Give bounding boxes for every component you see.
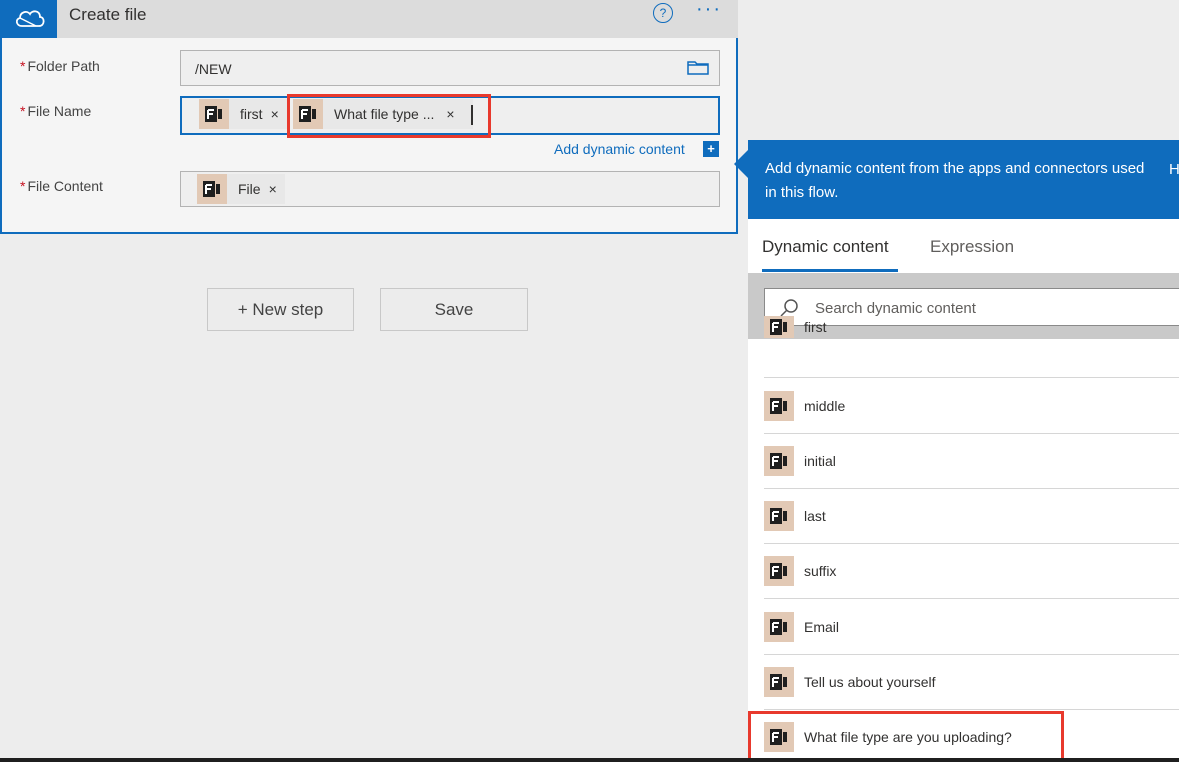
folder-path-value: /NEW	[195, 61, 232, 77]
list-item-label: last	[804, 508, 826, 524]
panel-pointer	[734, 150, 748, 178]
list-item[interactable]: middle	[764, 379, 1179, 434]
create-file-card: Create file ? ··· * Folder Path /NEW * Fil…	[0, 0, 738, 234]
dynamic-content-panel: Add dynamic content from the apps and co…	[748, 140, 1179, 762]
search-placeholder: Search dynamic content	[815, 300, 976, 317]
forms-icon	[764, 391, 794, 421]
forms-icon	[764, 556, 794, 586]
folder-icon[interactable]	[687, 59, 709, 80]
list-item-label: suffix	[804, 563, 837, 579]
list-item[interactable]: initial	[764, 434, 1179, 489]
panel-header-text: Add dynamic content from the apps and co…	[765, 160, 1145, 201]
forms-icon	[764, 667, 794, 697]
tab-dynamic-content[interactable]: Dynamic content	[762, 237, 889, 257]
new-step-button[interactable]: + New step	[207, 288, 354, 331]
card-title: Create file	[69, 5, 147, 24]
list-item-label: first	[804, 319, 827, 335]
panel-header: Add dynamic content from the apps and co…	[748, 140, 1179, 219]
list-item[interactable]: Tell us about yourself	[764, 655, 1179, 710]
list-item[interactable]: suffix	[764, 544, 1179, 599]
forms-icon	[764, 316, 794, 338]
add-dynamic-content-link[interactable]: Add dynamic content	[554, 141, 685, 157]
more-options-icon[interactable]: ···	[696, 0, 722, 21]
token-label: first	[240, 106, 263, 122]
folder-path-label: * Folder Path	[20, 58, 100, 74]
forms-icon	[197, 174, 227, 204]
panel-header-cut-text: H	[1169, 161, 1179, 178]
highlight-annotation	[287, 94, 491, 138]
forms-icon	[764, 501, 794, 531]
tab-expression[interactable]: Expression	[930, 237, 1014, 257]
token-file[interactable]: File ×	[197, 174, 285, 204]
onedrive-icon	[2, 0, 57, 38]
token-first[interactable]: first ×	[199, 99, 287, 129]
file-content-label: * File Content	[20, 178, 103, 194]
file-name-label: * File Name	[20, 103, 92, 119]
close-icon[interactable]: ×	[271, 106, 279, 122]
forms-icon	[764, 612, 794, 642]
list-item-label: Email	[804, 619, 840, 635]
list-item-label: initial	[804, 453, 836, 469]
list-item[interactable]: last	[764, 489, 1179, 544]
help-icon[interactable]: ?	[653, 3, 673, 23]
list-item[interactable]: Email	[764, 600, 1179, 655]
list-item-label: Tell us about yourself	[804, 674, 936, 690]
card-header[interactable]: Create file ? ···	[2, 0, 738, 38]
highlight-annotation	[748, 711, 1064, 761]
list-item[interactable]: first	[764, 316, 1179, 378]
add-dynamic-content-plus-icon[interactable]: +	[703, 141, 719, 157]
forms-icon	[199, 99, 229, 129]
close-icon[interactable]: ×	[269, 181, 277, 197]
list-item-label: middle	[804, 398, 846, 414]
token-label: File	[238, 181, 261, 197]
tab-underline	[762, 269, 898, 272]
bottom-edge	[0, 758, 1179, 762]
save-button[interactable]: Save	[380, 288, 528, 331]
forms-icon	[764, 446, 794, 476]
folder-path-field[interactable]: /NEW	[180, 50, 720, 86]
